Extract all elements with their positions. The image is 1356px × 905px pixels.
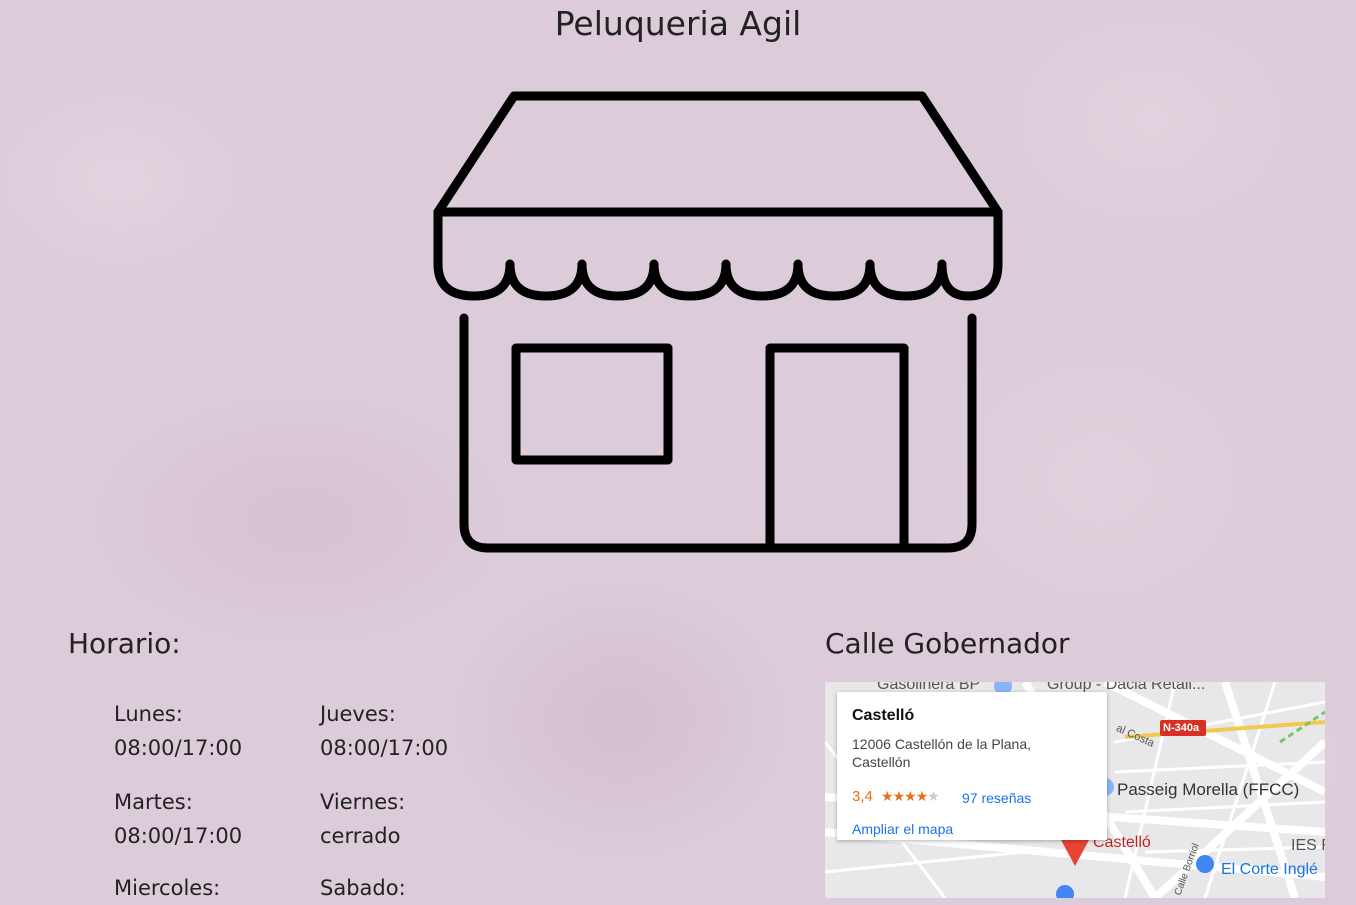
star-icon: ★ — [904, 788, 917, 804]
day-label: Martes: — [114, 790, 193, 814]
star-icon: ★ — [892, 788, 906, 804]
day-hours: 08:00/17:00 — [114, 824, 243, 848]
map-pin-icon[interactable] — [1061, 840, 1089, 868]
star-icon: ★ — [881, 788, 894, 804]
map-info-card: Castelló 12006 Castellón de la Plana, Ca… — [837, 692, 1107, 840]
place-rating: 3,4 — [852, 788, 873, 805]
storefront-icon — [433, 91, 1003, 553]
star-empty-icon: ★ — [927, 788, 940, 804]
map-label-store: El Corte Inglé — [1221, 861, 1318, 878]
map-label-station: Passeig Morella (FFCC) — [1117, 780, 1300, 799]
place-name: Castelló — [852, 707, 915, 724]
address-title: Calle Gobernador — [825, 627, 1070, 660]
schedule-miercoles: Miercoles: — [114, 871, 220, 905]
place-address: 12006 Castellón de la Plana, Castellón — [852, 736, 1032, 770]
schedule-martes: Martes: 08:00/17:00 — [114, 785, 242, 853]
enlarge-map-link[interactable]: Ampliar el mapa — [852, 821, 953, 837]
schedule-viernes: Viernes: cerrado — [320, 785, 405, 853]
star-half-icon: ★ — [915, 788, 929, 804]
page-title: Peluqueria Agil — [554, 4, 802, 43]
day-label: Miercoles: — [114, 876, 221, 900]
day-label: Lunes: — [114, 702, 183, 726]
day-hours: cerrado — [320, 824, 401, 848]
horario-title: Horario: — [68, 627, 181, 660]
day-hours: 08:00/17:00 — [320, 736, 449, 760]
map-label-road: N-340a — [1163, 722, 1200, 734]
day-hours: 08:00/17:00 — [114, 736, 243, 760]
schedule-lunes: Lunes: 08:00/17:00 — [114, 697, 242, 765]
rating-stars: ★★★★★ — [881, 788, 940, 805]
day-label: Sabado: — [320, 876, 406, 900]
reviews-link[interactable]: 97 reseñas — [962, 790, 1031, 806]
schedule-jueves: Jueves: 08:00/17:00 — [320, 697, 448, 765]
day-label: Viernes: — [320, 790, 406, 814]
day-label: Jueves: — [320, 702, 396, 726]
schedule-sabado: Sabado: — [320, 871, 406, 905]
map-label-school: IES Fra — [1291, 837, 1325, 854]
embedded-map[interactable]: Gasolinera BP Group - Dacia Retail... N-… — [825, 682, 1325, 898]
